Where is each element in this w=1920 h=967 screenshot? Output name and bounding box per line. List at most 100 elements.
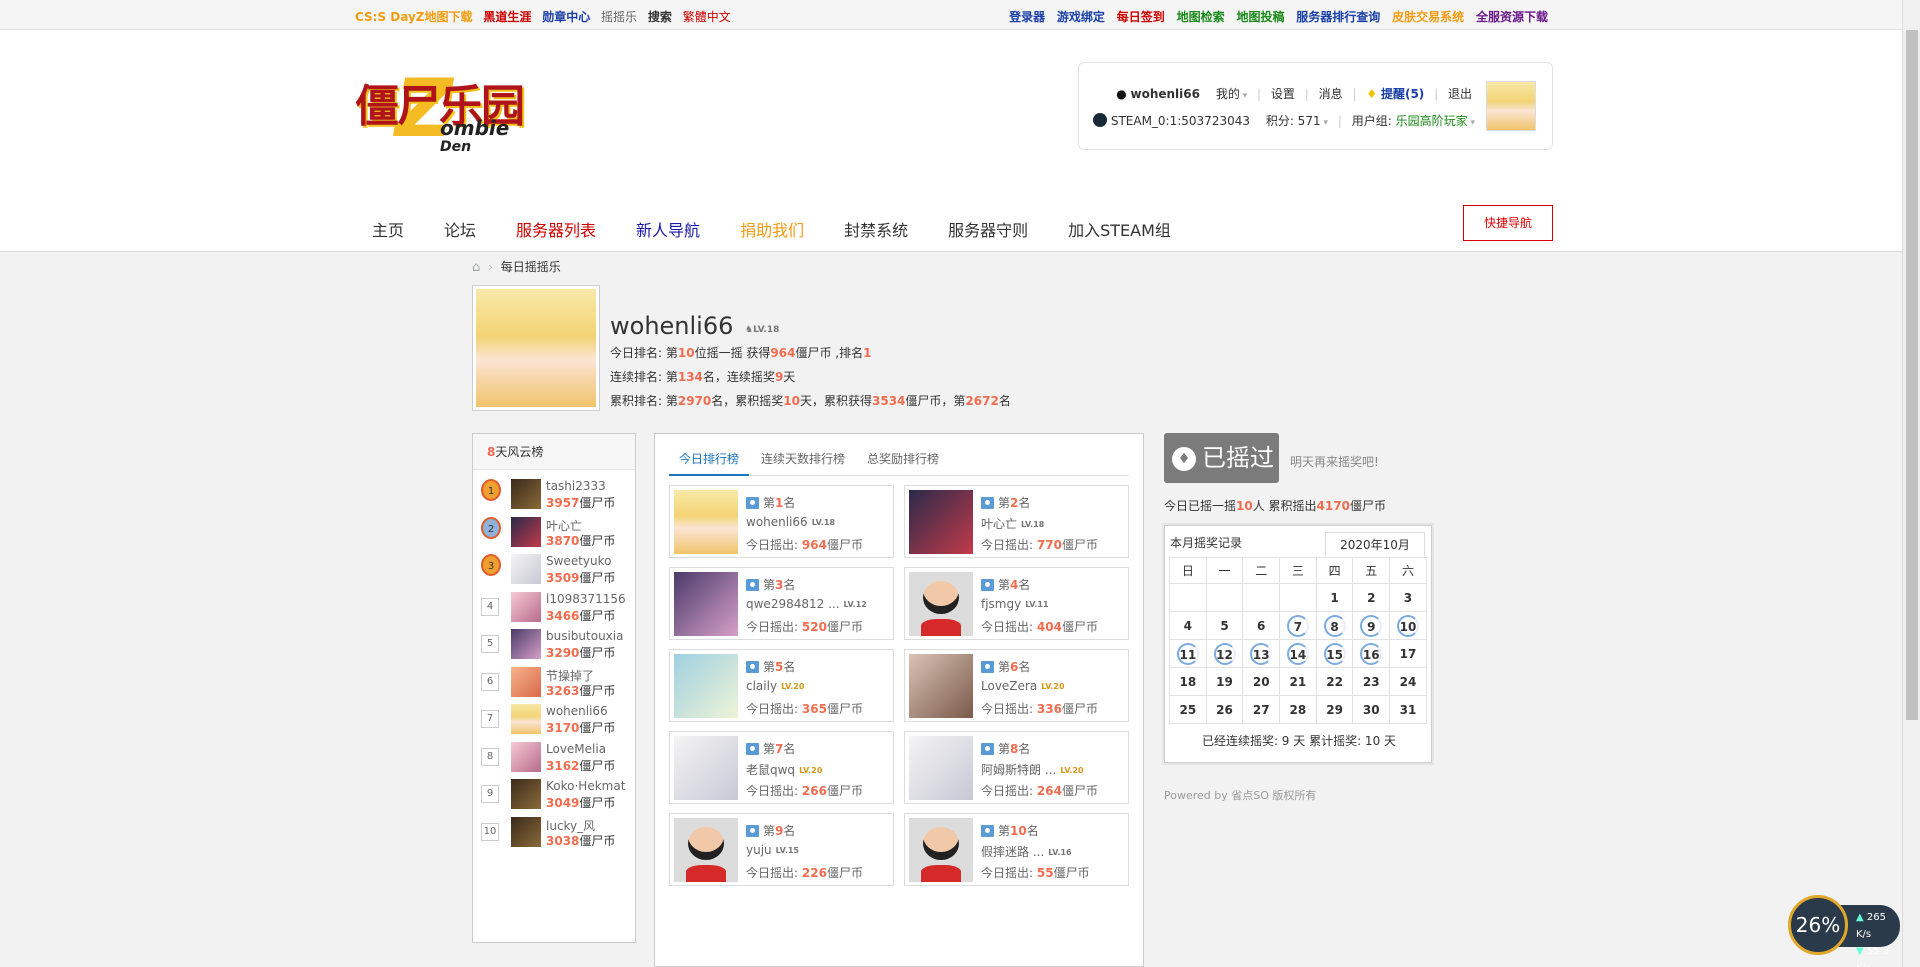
nav-newbie[interactable]: 新人导航 (616, 210, 720, 256)
medal-icon: 2 (481, 516, 501, 539)
card-name[interactable]: 假摔迷路 ... LV.16 (981, 843, 1072, 860)
rank-name[interactable]: LoveMelia (546, 742, 606, 756)
card-name[interactable]: wohenli66 LV.18 (746, 515, 835, 529)
top-link-shake[interactable]: 摇摇乐 (601, 10, 637, 24)
rank-avatar[interactable] (511, 629, 541, 659)
calendar-weekday: 四 (1315, 557, 1354, 584)
rank-avatar[interactable] (511, 591, 541, 622)
top-link-downloads[interactable]: 全服资源下载 (1476, 10, 1548, 24)
ranking-card[interactable]: 第9名 yuju LV.15 今日摇出: 226僵尸币 (669, 813, 894, 886)
level-badge-icon: LV.11 (1025, 600, 1049, 609)
tab-today[interactable]: 今日排行榜 (669, 444, 750, 476)
ranking-card[interactable]: 第1名 wohenli66 LV.18 今日摇出: 964僵尸币 (669, 485, 894, 558)
card-avatar[interactable] (674, 572, 738, 636)
nav-steam-group[interactable]: 加入STEAM组 (1048, 210, 1191, 256)
reminders-link[interactable]: 提醒(5) (1381, 87, 1424, 101)
messages-link[interactable]: 消息 (1319, 87, 1343, 101)
top-link-gangster[interactable]: 黑道生涯 (483, 10, 531, 24)
quick-nav-button[interactable]: 快捷导航 (1463, 205, 1553, 241)
card-name[interactable]: LoveZera LV.20 (981, 679, 1065, 693)
card-name[interactable]: 老鼠qwq LV.20 (746, 761, 822, 778)
ranking-card[interactable]: 第5名 claily LV.20 今日摇出: 365僵尸币 (669, 649, 894, 722)
tab-total[interactable]: 总奖励排行榜 (857, 444, 949, 476)
top-link-map-submit[interactable]: 地图投稿 (1236, 10, 1284, 24)
top-link-skin-trade[interactable]: 皮肤交易系统 (1392, 10, 1464, 24)
top-links-left: CS:S DayZ地图下载 黑道生涯 勋章中心 摇摇乐 搜索 繁體中文 (355, 8, 738, 25)
top-link-server-rank[interactable]: 服务器排行查询 (1296, 10, 1380, 24)
card-avatar[interactable] (909, 818, 973, 882)
nav-home[interactable]: 主页 (352, 210, 424, 256)
card-avatar[interactable] (909, 490, 973, 554)
logout-link[interactable]: 退出 (1448, 87, 1472, 101)
card-avatar[interactable] (909, 736, 973, 800)
card-avatar[interactable] (909, 572, 973, 636)
tab-streak[interactable]: 连续天数排行榜 (751, 444, 855, 476)
rank-avatar[interactable] (511, 704, 541, 734)
rank-name[interactable]: Sweetyuko (546, 554, 611, 568)
home-icon[interactable]: ⌂ (472, 260, 480, 275)
rank-name[interactable]: wohenli66 (546, 704, 608, 718)
top-link-map-search[interactable]: 地图检索 (1177, 10, 1225, 24)
ranking-card[interactable]: 第3名 qwe2984812 ... LV.12 今日摇出: 520僵尸币 (669, 567, 894, 640)
card-name[interactable]: claily LV.20 (746, 679, 804, 693)
site-logo[interactable]: Z 僵尸乐园 ombie Den (355, 62, 525, 162)
profile-avatar[interactable] (472, 285, 600, 411)
top-link-search[interactable]: 搜索 (648, 10, 672, 24)
ranking-card[interactable]: 第2名 叶心亡 LV.18 今日摇出: 770僵尸币 (904, 485, 1129, 558)
page-scrollbar[interactable] (1902, 0, 1920, 967)
nav-bans[interactable]: 封禁系统 (824, 210, 928, 256)
top-link-signin[interactable]: 每日签到 (1117, 10, 1165, 24)
ranking-card[interactable]: 第8名 阿姆斯特朗 ... LV.20 今日摇出: 264僵尸币 (904, 731, 1129, 804)
card-avatar[interactable] (674, 490, 738, 554)
total-rank-line: 累积排名: 第2970名，累积摇奖10天，累积获得3534僵尸币，第2672名 (610, 394, 1011, 408)
scrollbar-thumb[interactable] (1906, 30, 1918, 720)
top-link-bind[interactable]: 游戏绑定 (1057, 10, 1105, 24)
ranking-card[interactable]: 第4名 fjsmgy LV.11 今日摇出: 404僵尸币 (904, 567, 1129, 640)
usergroup-value[interactable]: 乐园高阶玩家 (1396, 114, 1468, 128)
card-name[interactable]: 阿姆斯特朗 ... LV.20 (981, 761, 1084, 778)
my-menu[interactable]: 我的 (1216, 87, 1240, 101)
ranking-card[interactable]: 第7名 老鼠qwq LV.20 今日摇出: 266僵尸币 (669, 731, 894, 804)
card-name[interactable]: fjsmgy LV.11 (981, 597, 1049, 611)
rank-name[interactable]: busibutouxia (546, 629, 623, 643)
card-name[interactable]: 叶心亡 LV.18 (981, 515, 1044, 532)
chevron-down-icon: ▾ (1467, 118, 1475, 128)
username-link[interactable]: wohenli66 (1131, 87, 1200, 101)
top-link-traditional[interactable]: 繁體中文 (683, 10, 731, 24)
rank-avatar[interactable] (511, 554, 541, 584)
card-avatar[interactable] (909, 654, 973, 718)
network-speed-widget[interactable]: ▲ 265 K/s ▼ 55.8 K/s 26% (1788, 895, 1908, 967)
settings-link[interactable]: 设置 (1271, 87, 1295, 101)
card-name[interactable]: qwe2984812 ... LV.12 (746, 597, 867, 611)
nav-donate[interactable]: 捐助我们 (720, 210, 824, 256)
rank-name[interactable]: tashi2333 (546, 479, 606, 493)
today-stats: 今日已摇一摇10人 累积摇出4170僵尸币 (1164, 499, 1386, 513)
rank-name[interactable]: Koko·Hekmat (546, 779, 625, 793)
card-avatar[interactable] (674, 818, 738, 882)
rank-avatar[interactable] (511, 816, 541, 847)
rank-number: 8 (481, 747, 499, 766)
nav-rules[interactable]: 服务器守则 (928, 210, 1048, 256)
rank-avatar[interactable] (511, 741, 541, 772)
rank-name[interactable]: l1098371156 (546, 592, 626, 606)
nav-forum[interactable]: 论坛 (424, 210, 496, 256)
card-avatar[interactable] (674, 654, 738, 718)
top-link-dayz[interactable]: CS:S DayZ地图下载 (355, 10, 473, 24)
rank-avatar[interactable] (511, 516, 541, 547)
rank-avatar[interactable] (511, 779, 541, 809)
ranking-card[interactable]: 第6名 LoveZera LV.20 今日摇出: 336僵尸币 (904, 649, 1129, 722)
rank-avatar[interactable] (511, 479, 541, 509)
already-shaken-button[interactable]: ♦ 已摇过 (1164, 433, 1279, 483)
calendar-weekday: 一 (1205, 557, 1244, 584)
nav-servers[interactable]: 服务器列表 (496, 210, 616, 256)
top-link-launcher[interactable]: 登录器 (1009, 10, 1045, 24)
user-avatar[interactable] (1486, 81, 1536, 131)
rank-row[interactable]: 10 lucky_风 3038僵尸币 (473, 809, 637, 855)
card-name[interactable]: yuju LV.15 (746, 843, 799, 857)
top-link-medals[interactable]: 勋章中心 (542, 10, 590, 24)
ranking-card[interactable]: 第10名 假摔迷路 ... LV.16 今日摇出: 55僵尸币 (904, 813, 1129, 886)
card-avatar[interactable] (674, 736, 738, 800)
points-menu[interactable]: 积分: 571 (1266, 114, 1321, 128)
rank-avatar[interactable] (511, 666, 541, 697)
calendar-day: 25 (1169, 695, 1207, 724)
